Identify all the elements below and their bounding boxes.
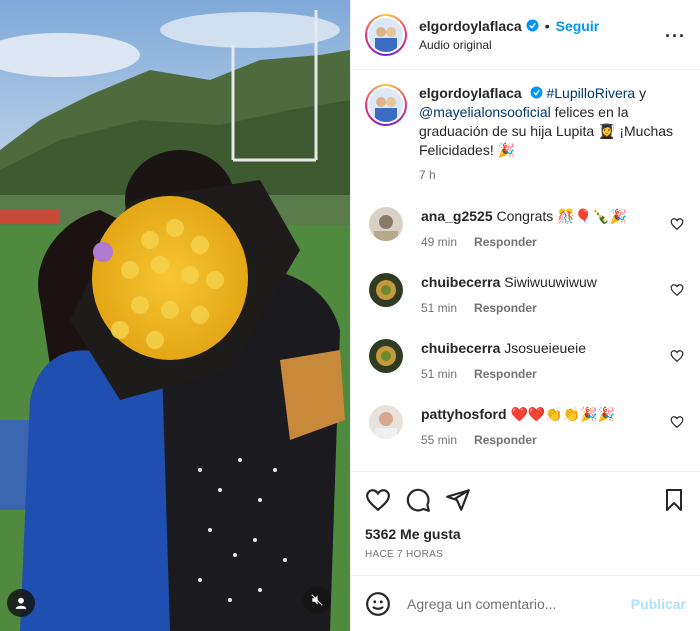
smiley-icon[interactable] — [365, 591, 391, 617]
likes-count[interactable]: 5362 Me gusta — [365, 526, 686, 542]
post-actions: 5362 Me gusta HACE 7 HORAS — [351, 471, 700, 575]
publish-button[interactable]: Publicar — [631, 596, 686, 612]
muted-speaker-icon — [311, 594, 323, 606]
video-frame — [0, 0, 350, 631]
comment-text: Congrats 🎊🎈🍾🎉 — [496, 208, 627, 224]
add-comment-bar: Agrega un comentario... Publicar — [351, 575, 700, 631]
comment-item: chuibecerra Siwiwuuwiwuw 51 min Responde… — [365, 273, 686, 317]
caption-username[interactable]: elgordoylaflaca — [419, 85, 522, 101]
comment-input[interactable]: Agrega un comentario... — [407, 596, 556, 612]
mention-link[interactable]: @mayelialonsooficial — [419, 104, 551, 120]
commenter-avatar[interactable] — [369, 273, 403, 307]
comment-item: pattyhosford ❤️❤️👏👏🎉🎉 55 min Responder — [365, 405, 686, 449]
comment-time: 55 min — [421, 433, 458, 447]
heart-icon[interactable] — [670, 349, 684, 363]
caption-time[interactable]: 7 h — [419, 166, 677, 185]
more-options-button[interactable]: ··· — [665, 26, 686, 47]
paper-plane-icon[interactable] — [445, 487, 471, 513]
hashtag-link[interactable]: #LupilloRivera — [546, 85, 635, 101]
audio-label[interactable]: Audio original — [419, 38, 599, 52]
post-header: elgordoylaflaca • Seguir Audio original … — [351, 0, 700, 70]
comment-icon[interactable] — [405, 487, 431, 513]
heart-icon[interactable] — [670, 415, 684, 429]
mute-button[interactable] — [303, 586, 331, 614]
commenter-avatar[interactable] — [369, 339, 403, 373]
comment-item: chuibecerra Jsosueieueie 51 min Responde… — [365, 339, 686, 383]
caption-author-avatar[interactable] — [365, 84, 407, 126]
comment-time: 51 min — [421, 301, 458, 315]
separator-dot: • — [544, 17, 550, 34]
verified-badge-icon — [530, 86, 543, 99]
author-username[interactable]: elgordoylaflaca — [419, 18, 522, 34]
comment-text: Jsosueieueie — [504, 340, 586, 356]
heart-icon[interactable] — [365, 487, 391, 513]
heart-icon[interactable] — [670, 283, 684, 297]
post-timestamp[interactable]: HACE 7 HORAS — [365, 549, 686, 560]
reply-button[interactable]: Responder — [474, 365, 537, 383]
follow-button[interactable]: Seguir — [556, 18, 600, 34]
tag-button[interactable] — [7, 589, 35, 617]
caption-avatar-image — [369, 88, 403, 122]
commenter-username[interactable]: chuibecerra — [421, 340, 500, 356]
comment-item: ana_g2525 Congrats 🎊🎈🍾🎉 49 min Responder — [365, 207, 686, 251]
comment-time: 51 min — [421, 367, 458, 381]
reply-button[interactable]: Responder — [474, 233, 537, 251]
comments-section[interactable]: elgordoylaflaca #LupilloRivera y @mayeli… — [351, 70, 700, 471]
heart-icon[interactable] — [670, 217, 684, 231]
bookmark-icon[interactable] — [662, 488, 686, 512]
caption: elgordoylaflaca #LupilloRivera y @mayeli… — [365, 84, 686, 185]
post-video[interactable] — [0, 0, 350, 631]
header-text: elgordoylaflaca • Seguir Audio original — [419, 18, 599, 52]
comment-time: 49 min — [421, 235, 458, 249]
commenter-avatar[interactable] — [369, 405, 403, 439]
commenter-avatar[interactable] — [369, 207, 403, 241]
author-avatar[interactable] — [365, 13, 407, 56]
commenter-username[interactable]: chuibecerra — [421, 274, 500, 290]
comment-text: ❤️❤️👏👏🎉🎉 — [510, 406, 616, 422]
caption-body: elgordoylaflaca #LupilloRivera y @mayeli… — [419, 84, 677, 185]
instagram-post-modal: elgordoylaflaca • Seguir Audio original … — [0, 0, 700, 631]
commenter-username[interactable]: ana_g2525 — [421, 208, 493, 224]
user-tag-icon — [15, 597, 27, 609]
post-side-panel: elgordoylaflaca • Seguir Audio original … — [350, 0, 700, 631]
reply-button[interactable]: Responder — [474, 431, 537, 449]
commenter-username[interactable]: pattyhosford — [421, 406, 507, 422]
author-avatar-image — [369, 17, 403, 52]
verified-badge-icon — [526, 19, 539, 32]
reply-button[interactable]: Responder — [474, 299, 537, 317]
comment-text: Siwiwuuwiwuw — [504, 274, 597, 290]
caption-connector: y — [635, 85, 647, 101]
